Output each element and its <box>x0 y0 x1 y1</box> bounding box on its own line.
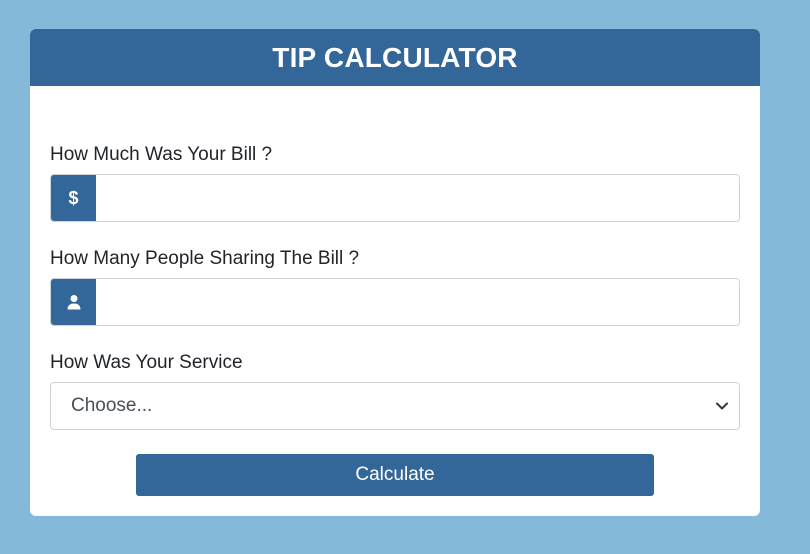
chevron-down-icon <box>713 397 731 415</box>
dollar-symbol: $ <box>68 187 79 208</box>
user-icon <box>51 279 96 325</box>
user-icon-svg <box>67 295 80 310</box>
bill-amount-input[interactable] <box>96 175 739 221</box>
service-select[interactable]: Choose... <box>50 382 740 430</box>
service-label: How Was Your Service <box>50 352 243 373</box>
card-header: TIP CALCULATOR <box>30 29 760 86</box>
bill-input-group: $ <box>50 174 740 222</box>
dollar-icon: $ <box>51 175 96 221</box>
people-input-group <box>50 278 740 326</box>
service-select-value: Choose... <box>71 395 153 416</box>
tip-calculator-card: TIP CALCULATOR How Much Was Your Bill ? … <box>30 29 760 516</box>
calculate-button[interactable]: Calculate <box>136 454 654 496</box>
people-label: How Many People Sharing The Bill ? <box>50 248 360 269</box>
bill-label: How Much Was Your Bill ? <box>50 144 273 165</box>
people-count-input[interactable] <box>96 279 739 325</box>
page-title: TIP CALCULATOR <box>272 41 518 73</box>
